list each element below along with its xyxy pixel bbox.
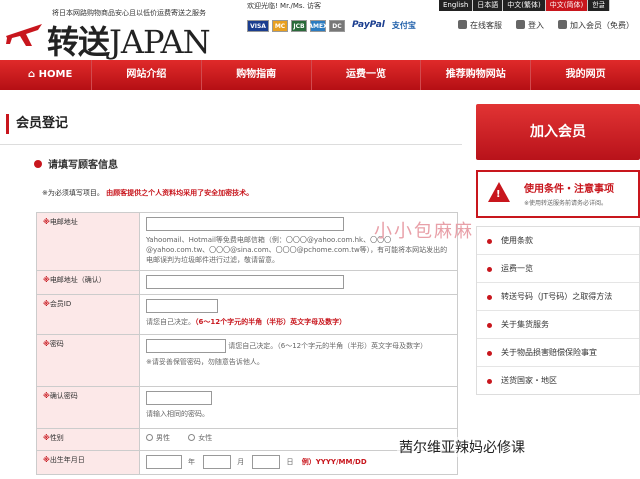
login-link[interactable]: 登入 (516, 20, 544, 31)
top-links: 在线客服 登入 加入会员（免费） (458, 20, 634, 31)
side-item-jt-number[interactable]: 转送号码（JT号码）之取得方法 (477, 283, 639, 311)
notice-title: 使用条件・注意事项 (524, 184, 614, 195)
password-label: ※密码 (36, 335, 140, 386)
home-icon: ⌂ (28, 69, 39, 80)
jcb-icon: JCB (291, 20, 307, 32)
nav-about[interactable]: 网站介绍 (92, 60, 202, 90)
member-id-label: ※会员ID (36, 295, 140, 334)
lang-japanese[interactable]: 日本語 (473, 0, 504, 11)
birthday-example: 例）YYYY/MM/DD (301, 458, 367, 466)
user-icon (558, 20, 567, 29)
birthday-label: ※出生年月日 (36, 451, 140, 474)
notice-subtitle: ※使用转送服务前请务必详阅。 (524, 200, 608, 207)
password-confirm-hint: 请输入相同的密码。 (146, 410, 209, 418)
password-input[interactable] (146, 339, 226, 353)
gender-label: ※性别 (36, 429, 140, 450)
amex-icon: AMEX (308, 20, 328, 32)
side-item-shipping[interactable]: 运费一览 (477, 255, 639, 283)
row-password: ※密码 请您自己决定。（6～12个字元的半角（半形）英文字母及数字） ※请妥善保… (36, 335, 458, 387)
main-nav: ⌂ HOME 网站介绍 购物指南 运费一览 推荐购物网站 我的网页 (0, 60, 640, 90)
row-password-confirm: ※确认密码 请输入相同的密码。 (36, 387, 458, 429)
paypal-icon: PayPal (352, 20, 385, 30)
logo-en: JAPAN (109, 23, 211, 61)
visa-icon: VISA (247, 20, 269, 32)
airplane-logo-icon (6, 24, 42, 46)
nav-mypage[interactable]: 我的网页 (531, 60, 640, 90)
radio-icon (188, 434, 196, 441)
lock-icon (516, 20, 525, 29)
chat-icon (458, 20, 467, 29)
radio-icon (146, 434, 153, 441)
main-content: 会员登记 请填写顾客信息 ※为必须填写项目。 由顾客提供之个人资料均采用了安全加… (0, 104, 462, 479)
nav-shipping[interactable]: 运费一览 (312, 60, 422, 90)
email-input[interactable] (146, 217, 344, 231)
language-bar: English 日本語 中文(繁体) 中文(简体) 한글 (439, 0, 611, 11)
birth-day-input[interactable] (252, 455, 281, 469)
side-item-countries[interactable]: 送货国家・地区 (477, 367, 639, 394)
logo-zh: 转送 (47, 23, 110, 61)
side-item-consolidation[interactable]: 关于集货服务 (477, 311, 639, 339)
nav-guide[interactable]: 购物指南 (202, 60, 312, 90)
required-note: ※为必须填写项目。 由顾客提供之个人资料均采用了安全加密技术。 (42, 189, 254, 197)
row-email-confirm: ※电邮地址（确认） (36, 271, 458, 295)
row-gender: ※性别 男性 女性 (36, 429, 458, 451)
email-confirm-input[interactable] (146, 275, 344, 289)
alipay-icon: 支付宝 (391, 21, 416, 30)
birth-month-input[interactable] (203, 455, 232, 469)
side-item-insurance[interactable]: 关于物品损害赔偿保险事宜 (477, 339, 639, 367)
password-confirm-label: ※确认密码 (36, 387, 140, 428)
row-birthday: ※出生年月日 年 月 日 例）YYYY/MM/DD (36, 451, 458, 475)
mastercard-icon: MC (272, 20, 288, 32)
watermark-top: 小小包麻麻 (374, 221, 474, 242)
side-item-terms[interactable]: 使用条款 (477, 227, 639, 255)
page-title: 会员登记 (6, 114, 68, 134)
side-menu: 使用条款 运费一览 转送号码（JT号码）之取得方法 关于集货服务 关于物品损害赔… (476, 226, 640, 395)
birth-year-input[interactable] (146, 455, 182, 469)
logo[interactable]: 转送JAPAN (47, 17, 211, 63)
email-confirm-label: ※电邮地址（确认） (36, 271, 140, 294)
gender-female[interactable]: 女性 (188, 434, 212, 442)
row-member-id: ※会员ID 请您自己决定。（6～12个字元的半角（半形）英文字母及数字） (36, 295, 458, 335)
header: 将日本网路购物商品安心且以低价运费寄送之服务 转送JAPAN 欢迎光临! Mr.… (0, 0, 640, 63)
lang-korean[interactable]: 한글 (588, 0, 611, 11)
password-hint: 请您自己决定。（6～12个字元的半角（半形）英文字母及数字） (228, 342, 428, 350)
sidebar: 加入会员 ! 使用条件・注意事项 ※使用转送服务前请务必详阅。 使用条款 运费一… (476, 104, 640, 395)
register-link[interactable]: 加入会员（免费） (558, 20, 634, 31)
diners-icon: DC (329, 20, 345, 32)
section-title: 请填写顾客信息 (34, 156, 118, 171)
lang-simplified-chinese[interactable]: 中文(简体) (545, 0, 589, 11)
member-id-input[interactable] (146, 299, 218, 313)
nav-home[interactable]: ⌂ HOME (0, 60, 92, 90)
member-id-hint: 请您自己决定。（6～12个字元的半角（半形）英文字母及数字） (146, 318, 347, 326)
payment-logos: VISA MC JCB AMEX DC PayPal 支付宝 (247, 20, 416, 32)
bullet-icon (34, 160, 42, 168)
watermark-bottom: 茜尔维亚辣妈必修课 (397, 437, 527, 457)
nav-recommended[interactable]: 推荐购物网站 (421, 60, 532, 90)
email-label: ※电邮地址 (36, 213, 140, 270)
welcome-text: 欢迎光临! Mr./Ms. 访客 (247, 2, 322, 10)
gender-male[interactable]: 男性 (146, 434, 170, 442)
lang-traditional-chinese[interactable]: 中文(繁体) (503, 0, 546, 11)
terms-notice[interactable]: ! 使用条件・注意事项 ※使用转送服务前请务必详阅。 (476, 170, 640, 218)
lang-english[interactable]: English (439, 0, 474, 11)
divider (0, 144, 462, 145)
join-member-button[interactable]: 加入会员 (476, 104, 640, 160)
password-confirm-input[interactable] (146, 391, 212, 405)
password-hint-2: ※请妥善保管密码，勿随意告诉他人。 (146, 358, 264, 366)
registration-form: ※电邮地址 Yahoomail、Hotmail等免费电邮信箱（例：〇〇〇@yah… (36, 212, 458, 475)
support-link[interactable]: 在线客服 (458, 20, 502, 31)
